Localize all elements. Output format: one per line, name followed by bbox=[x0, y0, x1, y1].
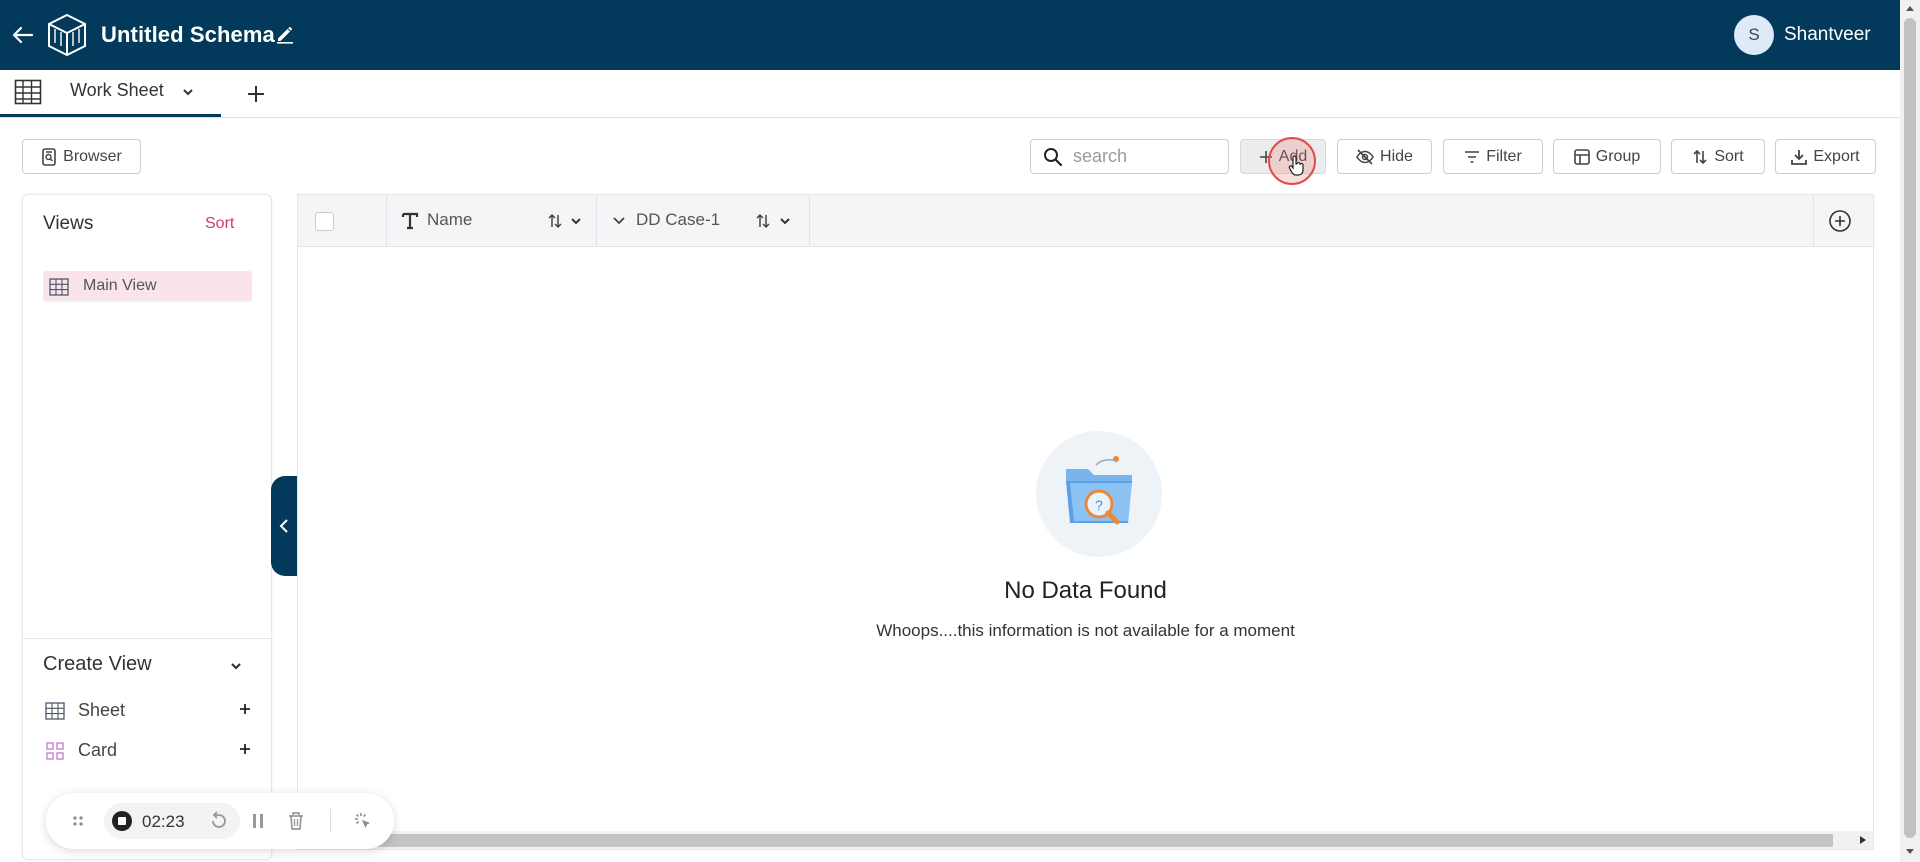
grid-icon bbox=[14, 79, 42, 105]
browser-label: Browser bbox=[63, 147, 122, 165]
add-column-button[interactable] bbox=[1828, 209, 1852, 233]
filter-lines-icon bbox=[1465, 150, 1480, 163]
plus-icon[interactable] bbox=[237, 741, 253, 757]
card-grid-icon bbox=[45, 742, 65, 760]
eye-off-icon bbox=[1356, 148, 1374, 165]
add-tab-button[interactable] bbox=[242, 80, 270, 108]
chevron-down-icon[interactable] bbox=[568, 213, 584, 229]
chevron-down-icon[interactable] bbox=[777, 213, 793, 229]
column-title: DD Case-1 bbox=[636, 210, 721, 229]
create-view-sheet[interactable]: Sheet bbox=[43, 696, 253, 726]
chevron-down-icon[interactable] bbox=[228, 658, 244, 674]
sort-arrows-icon[interactable] bbox=[755, 213, 771, 229]
text-type-icon bbox=[401, 212, 419, 230]
cube-logo-icon bbox=[46, 13, 88, 57]
edit-pencil-icon[interactable] bbox=[275, 24, 295, 44]
create-view-label: Sheet bbox=[78, 700, 126, 720]
plus-icon[interactable] bbox=[237, 701, 253, 717]
select-all-cell bbox=[298, 195, 387, 247]
create-view-card[interactable]: Card bbox=[43, 736, 253, 766]
column-title: Name bbox=[427, 210, 473, 229]
tab-work-sheet[interactable]: Work Sheet bbox=[0, 70, 221, 117]
chevron-left-icon bbox=[279, 519, 288, 533]
horizontal-scrollbar[interactable] bbox=[298, 831, 1873, 849]
sidebar-collapse-handle[interactable] bbox=[271, 476, 297, 576]
dropdown-type-icon bbox=[611, 213, 627, 229]
stop-icon bbox=[118, 817, 126, 825]
column-divider bbox=[1813, 195, 1814, 247]
restart-icon[interactable] bbox=[207, 809, 231, 833]
user-name[interactable]: Shantveer bbox=[1784, 24, 1871, 46]
empty-state-subtitle: Whoops....this information is not availa… bbox=[876, 621, 1295, 640]
data-grid: Name DD Case-1 ? No Data Found Whoops...… bbox=[297, 194, 1874, 850]
hide-label: Hide bbox=[1380, 147, 1413, 165]
pause-icon[interactable] bbox=[246, 809, 270, 833]
column-header-name[interactable]: Name bbox=[387, 195, 597, 247]
empty-folder-illustration: ? bbox=[1036, 431, 1162, 557]
scroll-down-arrow-icon[interactable] bbox=[1905, 846, 1915, 856]
scroll-up-arrow-icon[interactable] bbox=[1905, 4, 1915, 14]
sort-button[interactable]: Sort bbox=[1671, 139, 1765, 174]
scroll-right-arrow-icon[interactable] bbox=[1858, 835, 1868, 845]
grid-header: Name DD Case-1 bbox=[298, 195, 1873, 247]
sort-label: Sort bbox=[1714, 147, 1744, 165]
stop-recording-button[interactable] bbox=[112, 811, 132, 831]
search-box[interactable] bbox=[1030, 139, 1229, 174]
tab-label: Work Sheet bbox=[70, 80, 164, 100]
plus-icon bbox=[1259, 150, 1272, 163]
select-all-checkbox[interactable] bbox=[315, 212, 334, 231]
column-header-dd-case-1[interactable]: DD Case-1 bbox=[597, 195, 810, 247]
vertical-scrollbar[interactable] bbox=[1900, 0, 1920, 862]
create-view-label: Card bbox=[78, 740, 118, 760]
divider bbox=[330, 809, 331, 833]
divider bbox=[23, 638, 271, 639]
export-button[interactable]: Export bbox=[1775, 139, 1876, 174]
trash-icon[interactable] bbox=[284, 809, 308, 833]
group-label: Group bbox=[1595, 147, 1641, 165]
views-sort-link[interactable]: Sort bbox=[205, 215, 234, 233]
search-input[interactable] bbox=[1073, 146, 1213, 167]
sort-arrows-icon bbox=[1693, 149, 1707, 164]
scrollbar-thumb[interactable] bbox=[298, 834, 1833, 847]
browser-doc-icon bbox=[42, 147, 56, 166]
add-label: Add bbox=[1278, 147, 1308, 165]
download-icon bbox=[1791, 149, 1808, 165]
top-bar: Untitled Schema S Shantveer bbox=[0, 0, 1900, 70]
empty-state-title: No Data Found bbox=[1004, 577, 1167, 604]
grid-icon bbox=[45, 702, 65, 720]
screen-recorder-widget: 02:23 bbox=[46, 793, 394, 849]
click-effect-icon[interactable] bbox=[351, 809, 375, 833]
views-sidebar: Views Sort Main View Create View Sheet C… bbox=[22, 194, 272, 860]
search-icon bbox=[1044, 147, 1063, 166]
views-title: Views bbox=[43, 213, 94, 234]
avatar[interactable]: S bbox=[1734, 15, 1774, 55]
sort-arrows-icon[interactable] bbox=[547, 213, 563, 229]
schema-title: Untitled Schema bbox=[101, 22, 275, 47]
chevron-down-icon[interactable] bbox=[181, 85, 195, 99]
tab-bar: Work Sheet bbox=[0, 70, 1900, 118]
filter-button[interactable]: Filter bbox=[1443, 139, 1543, 174]
view-item-label: Main View bbox=[83, 277, 157, 294]
view-item-main-view[interactable]: Main View bbox=[43, 271, 252, 302]
scrollbar-thumb[interactable] bbox=[1904, 18, 1916, 838]
export-label: Export bbox=[1813, 147, 1860, 165]
create-view-title: Create View bbox=[43, 653, 152, 675]
filter-label: Filter bbox=[1486, 147, 1522, 165]
drag-handle-icon[interactable] bbox=[66, 809, 90, 833]
plus-circle-icon bbox=[1829, 210, 1851, 232]
back-arrow-icon[interactable] bbox=[8, 20, 38, 50]
grid-icon bbox=[49, 278, 69, 296]
recording-time: 02:23 bbox=[142, 812, 185, 831]
svg-text:?: ? bbox=[1095, 497, 1103, 513]
browser-button[interactable]: Browser bbox=[22, 139, 141, 174]
group-button[interactable]: Group bbox=[1553, 139, 1661, 174]
add-button[interactable]: Add bbox=[1240, 139, 1326, 174]
hide-button[interactable]: Hide bbox=[1337, 139, 1432, 174]
group-icon bbox=[1573, 148, 1590, 165]
